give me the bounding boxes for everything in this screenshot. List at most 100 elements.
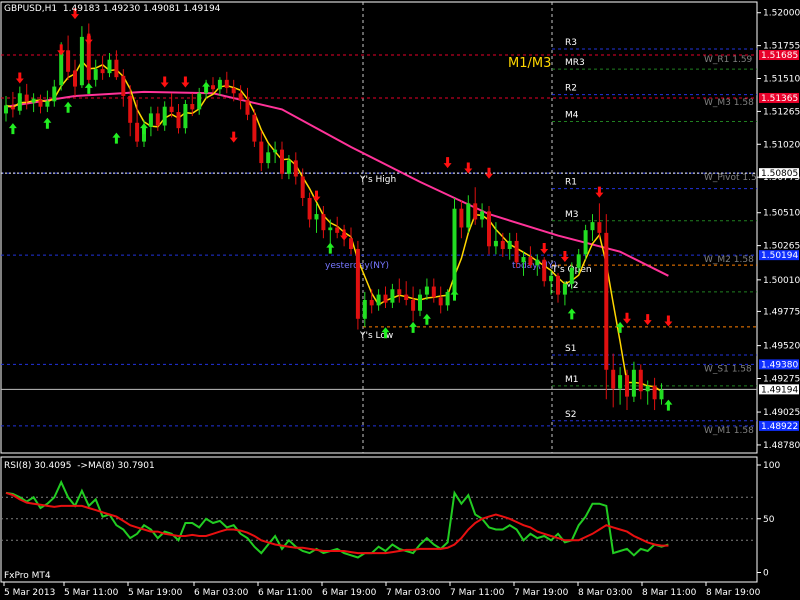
price-tick-label: 1.49025 — [763, 408, 800, 418]
candle-body — [293, 160, 298, 177]
candle-body — [528, 257, 533, 266]
time-tick-label: 5 Mar 11:00 — [64, 588, 119, 598]
weekly-level-label: W_M1 1.58 — [704, 426, 754, 436]
candle-body — [273, 149, 278, 153]
candle-body — [438, 297, 443, 306]
candle-body — [286, 160, 291, 174]
candle-body — [576, 254, 581, 268]
time-tick-label: 7 Mar 11:00 — [450, 588, 505, 598]
candle-body — [535, 259, 540, 266]
candle-body — [452, 208, 457, 292]
candle-body — [155, 113, 160, 126]
sell-signal-arrow — [623, 312, 631, 324]
price-tick-label: 1.51510 — [763, 75, 800, 85]
price-tick-label: 1.50010 — [763, 276, 800, 286]
candle-body — [4, 105, 8, 114]
sell-signal-arrow — [664, 315, 673, 327]
candle-body — [411, 299, 416, 311]
weekly-level-label: W_Pivot 1.5 — [704, 173, 757, 183]
candle-body — [307, 197, 312, 220]
weekly-level-label: W_M2 1.58 — [704, 255, 754, 265]
sell-signal-arrow — [229, 131, 238, 143]
candle-body — [10, 106, 15, 110]
price-label-text: 1.49194 — [761, 385, 798, 395]
buy-signal-arrow — [450, 289, 459, 301]
candle-body — [128, 95, 133, 123]
price-tick-label: 1.49775 — [763, 307, 800, 317]
sell-signal-arrow — [84, 33, 93, 45]
price-tick-label: 1.50510 — [763, 209, 800, 219]
candle-body — [266, 152, 271, 164]
close-value: 1.49194 — [183, 4, 221, 14]
candle-body — [148, 113, 153, 127]
rsi-tick-label: 0 — [763, 569, 769, 579]
pivot-level-label: R1 — [565, 178, 577, 188]
candle-body — [618, 375, 623, 389]
pivot-level-label: MR3 — [565, 58, 585, 68]
buy-signal-arrow — [140, 123, 148, 135]
candle-body — [169, 106, 174, 113]
time-tick-label: 6 Mar 11:00 — [258, 588, 313, 598]
chart-header: GBPUSD,H1 1.49183 1.49230 1.49081 1.4919… — [4, 4, 220, 14]
sell-signal-arrow — [443, 157, 452, 169]
candle-body — [445, 291, 450, 306]
price-tick-label: 1.48780 — [763, 441, 800, 451]
candle-body — [487, 211, 491, 247]
price-label-text: 1.48922 — [761, 422, 798, 432]
candle-body — [280, 149, 284, 174]
trading-chart[interactable]: 1.520001.517551.515101.512651.510201.507… — [0, 0, 800, 600]
candle-body — [645, 385, 650, 392]
pivot-level-label: M3 — [565, 210, 579, 220]
open-value: 1.49183 — [62, 4, 101, 14]
candle-body — [480, 211, 485, 220]
candle-body — [183, 104, 188, 129]
candle-body — [376, 294, 381, 306]
price-tick-label: 1.50265 — [763, 242, 800, 252]
rsi-tick-label: 100 — [763, 461, 780, 471]
candle-body — [73, 70, 77, 87]
candle-body — [66, 50, 71, 72]
time-tick-label: 6 Mar 19:00 — [322, 588, 377, 598]
candle-body — [121, 75, 126, 96]
candle-body — [418, 294, 422, 311]
price-label-text: 1.49380 — [761, 360, 798, 370]
candle-body — [507, 240, 512, 249]
candle-body — [556, 275, 560, 295]
candle-body — [211, 85, 215, 90]
candle-body — [45, 101, 50, 107]
candle-body — [597, 222, 602, 233]
rsi-ma-label: ->MA(8) 30.7901 — [77, 461, 155, 471]
time-tick-label: 7 Mar 19:00 — [514, 588, 569, 598]
candle-body — [252, 114, 257, 142]
buy-signal-arrow — [409, 321, 418, 333]
candle-body — [100, 69, 105, 74]
candle-body — [349, 238, 353, 249]
time-tick-label: 6 Mar 03:00 — [194, 588, 249, 598]
candle-body — [38, 99, 43, 107]
low-value: 1.49081 — [143, 4, 181, 14]
buy-signal-arrow — [43, 117, 52, 129]
weekly-level-label: W_M3 1.58 — [704, 98, 754, 108]
pivot-level-label: M1 — [565, 375, 579, 385]
candle-body — [390, 289, 395, 303]
sell-signal-arrow — [464, 162, 473, 174]
candle-body — [514, 240, 519, 263]
buy-signal-arrow — [84, 82, 93, 94]
time-axis: 5 Mar 2013 5 Mar 11:00 5 Mar 19:00 6 Mar 03… — [3, 582, 761, 598]
candle-body — [383, 294, 388, 303]
sell-signal-arrow — [15, 72, 24, 84]
sell-signal-arrow — [643, 314, 652, 326]
rsi-tick-label: 50 — [763, 515, 775, 525]
candle-body — [493, 240, 498, 247]
candle-body — [190, 104, 195, 110]
time-tick-label: 5 Mar 19:00 — [128, 588, 183, 598]
candle-body — [583, 230, 588, 255]
candle-body — [107, 59, 112, 74]
symbol-label: GBPUSD,H1 — [4, 4, 58, 14]
candle-body — [611, 369, 616, 389]
fast-moving-average-line — [5, 60, 662, 393]
time-tick-label: 7 Mar 03:00 — [386, 588, 441, 598]
buy-signal-arrow — [112, 132, 121, 144]
pivot-level-label: S1 — [565, 344, 576, 354]
candle-body — [328, 227, 333, 231]
